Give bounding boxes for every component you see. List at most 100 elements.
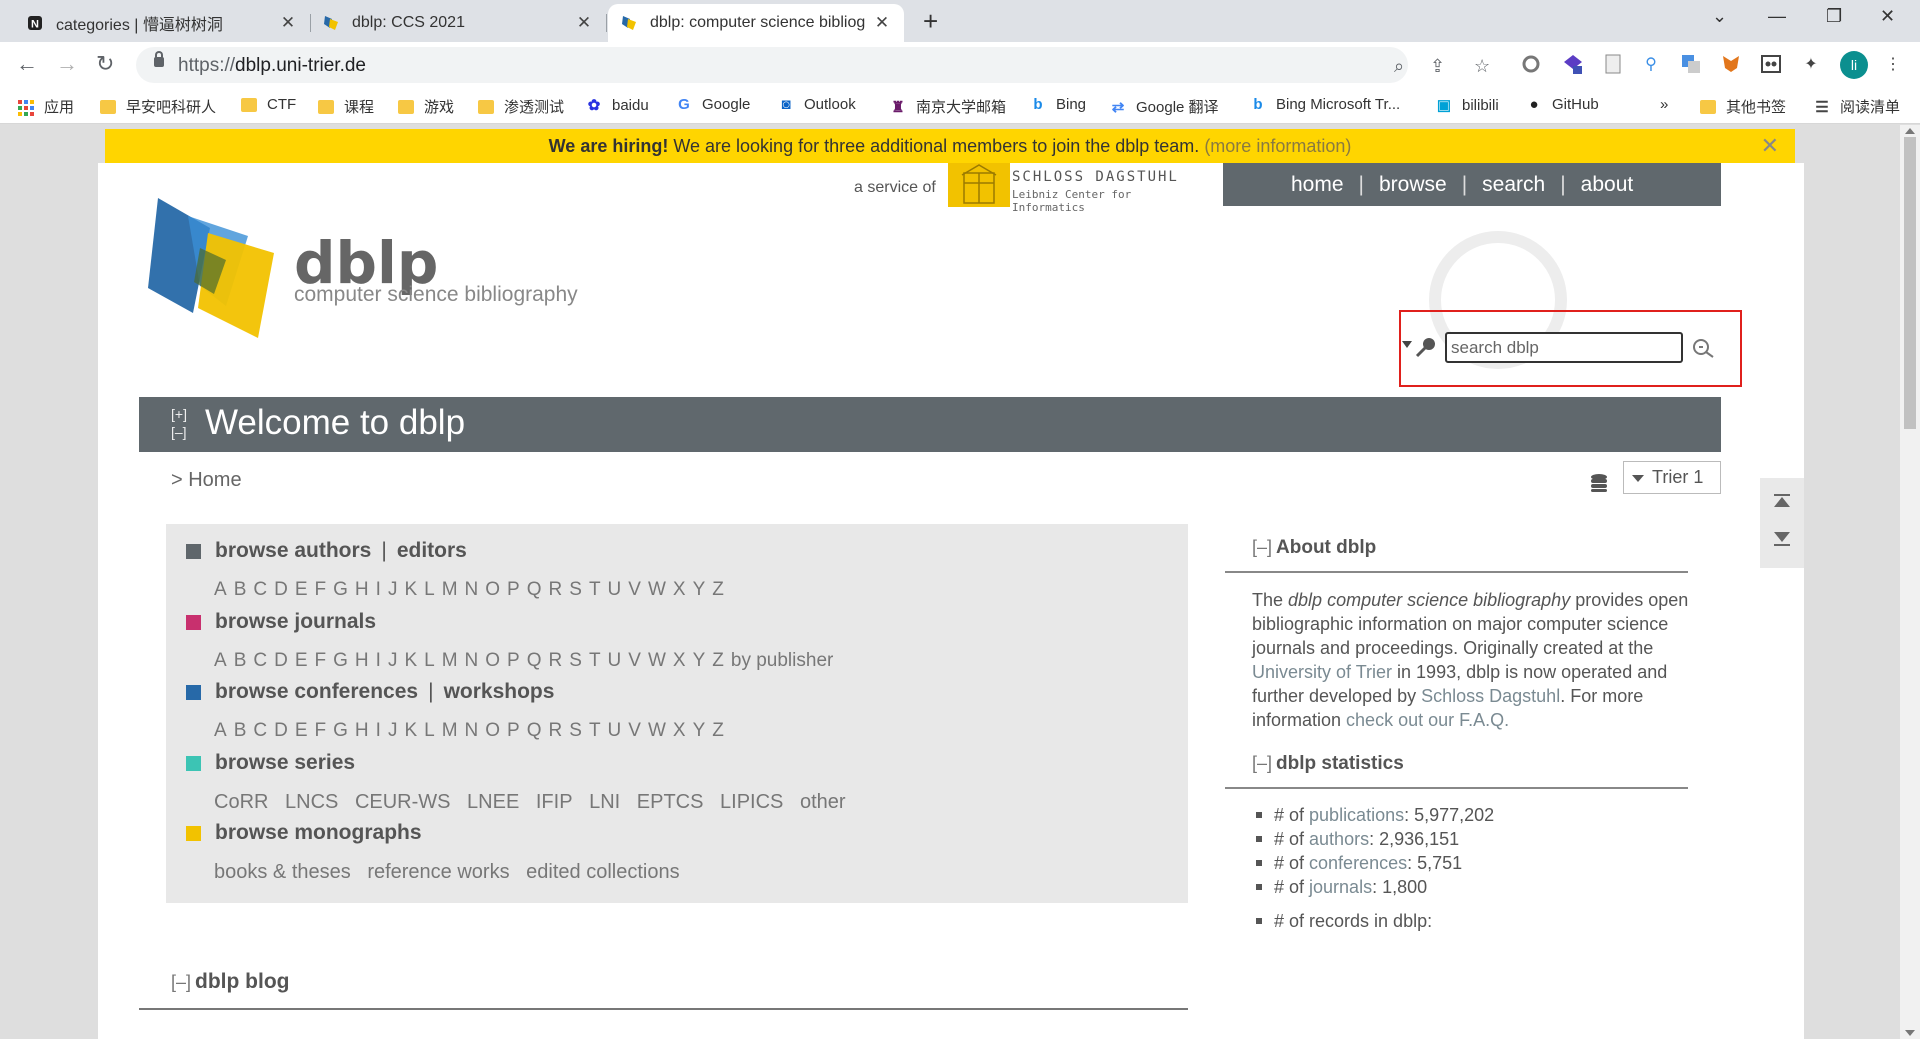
bookmark-google[interactable]: G Google	[676, 96, 750, 113]
letter-link[interactable]: S	[569, 720, 582, 741]
mirror-select[interactable]: Trier 1	[1623, 461, 1721, 494]
letter-link[interactable]: X	[673, 720, 686, 741]
letter-link[interactable]: Q	[527, 650, 542, 671]
scrollbar-thumb[interactable]	[1904, 137, 1916, 429]
more-information-link[interactable]: (more information)	[1204, 136, 1351, 156]
letter-link[interactable]: O	[485, 579, 500, 600]
letter-link[interactable]: P	[507, 650, 520, 671]
extension-translate-icon[interactable]	[1680, 53, 1702, 75]
letter-link[interactable]: O	[485, 720, 500, 741]
scroll-down-arrow-icon[interactable]	[1905, 1030, 1915, 1036]
scroll-up-arrow-icon[interactable]	[1905, 128, 1915, 134]
browse-journals-link[interactable]: browse journals	[215, 610, 376, 634]
letter-link[interactable]: K	[404, 720, 417, 741]
letter-link[interactable]: D	[274, 720, 288, 741]
nav-about[interactable]: about	[1581, 173, 1634, 197]
back-icon[interactable]: ←	[16, 52, 38, 76]
letter-link[interactable]: U	[608, 650, 622, 671]
letter-link[interactable]: E	[295, 650, 308, 671]
extension-purple-icon[interactable]	[1562, 53, 1584, 75]
bookmark-nju-mail[interactable]: ♜ 南京大学邮箱	[890, 96, 1006, 117]
forward-icon[interactable]: →	[56, 52, 78, 76]
letter-link[interactable]: X	[673, 579, 686, 600]
letter-link[interactable]: T	[589, 650, 601, 671]
stat-link[interactable]: authors	[1309, 829, 1369, 849]
letter-link[interactable]: R	[549, 579, 563, 600]
bookmark-github[interactable]: ● GitHub	[1526, 96, 1598, 113]
letter-link[interactable]: D	[274, 579, 288, 600]
series-link[interactable]: LIPICS	[720, 791, 783, 813]
tab-dblp-home[interactable]: dblp: computer science bibliog ✕	[608, 4, 904, 42]
extension-reader-icon[interactable]	[1760, 53, 1782, 75]
bookmark-bing-translator[interactable]: b Bing Microsoft Tr...	[1250, 96, 1400, 113]
letter-link[interactable]: M	[442, 579, 458, 600]
letter-link[interactable]: K	[404, 650, 417, 671]
letter-link[interactable]: Z	[712, 579, 724, 600]
minimize-icon[interactable]: —	[1768, 6, 1786, 27]
letter-link[interactable]: D	[274, 650, 288, 671]
bookmark-folder[interactable]: 课程	[318, 96, 374, 117]
letter-link[interactable]: P	[507, 720, 520, 741]
tab-categories[interactable]: N categories | 懵逼树树洞 ✕	[14, 4, 311, 42]
series-link[interactable]: LNI	[589, 791, 620, 813]
letter-link[interactable]: T	[589, 579, 601, 600]
letter-link[interactable]: C	[253, 579, 267, 600]
letter-link[interactable]: N	[465, 579, 479, 600]
letter-link[interactable]: N	[465, 650, 479, 671]
letter-link[interactable]: J	[388, 720, 398, 741]
letter-link[interactable]: C	[253, 650, 267, 671]
letter-link[interactable]: W	[648, 650, 666, 671]
series-link[interactable]: IFIP	[536, 791, 573, 813]
letter-link[interactable]: W	[648, 579, 666, 600]
schloss-dagstuhl-link[interactable]: Schloss Dagstuhl	[1421, 686, 1560, 706]
nav-browse[interactable]: browse	[1379, 173, 1447, 197]
letter-link[interactable]: T	[589, 720, 601, 741]
letter-link[interactable]: A	[214, 650, 227, 671]
letter-link[interactable]: Y	[693, 579, 706, 600]
bookmark-apps[interactable]: 应用	[18, 96, 74, 117]
letter-link[interactable]: F	[315, 650, 327, 671]
letter-link[interactable]: F	[315, 720, 327, 741]
letter-link[interactable]: Q	[527, 720, 542, 741]
letter-link[interactable]: I	[376, 579, 381, 600]
bookmark-folder[interactable]: 早安吧科研人	[100, 96, 216, 117]
series-link[interactable]: EPTCS	[637, 791, 704, 813]
letter-link[interactable]: A	[214, 579, 227, 600]
bookmark-folder[interactable]: 游戏	[398, 96, 454, 117]
bookmark-folder[interactable]: 渗透测试	[478, 96, 564, 117]
letter-link[interactable]: G	[333, 720, 348, 741]
close-window-icon[interactable]: ✕	[1880, 6, 1895, 27]
reading-list[interactable]: ☰ 阅读清单	[1814, 96, 1900, 117]
letter-link[interactable]: O	[485, 650, 500, 671]
expand-all-toggle[interactable]: [+]	[171, 406, 187, 422]
bookmark-star-icon[interactable]: ☆	[1474, 56, 1490, 77]
series-link[interactable]: other	[800, 791, 846, 813]
letter-link[interactable]: Z	[712, 720, 724, 741]
collapse-toggle[interactable]: [–]	[1252, 753, 1272, 773]
browser-menu-icon[interactable]: ⋮	[1882, 53, 1904, 75]
dagstuhl-logo[interactable]: SCHLOSS DAGSTUHL Leibniz Center for Info…	[948, 163, 1196, 214]
bookmark-outlook[interactable]: ◙ Outlook	[778, 96, 855, 113]
monograph-link[interactable]: books & theses	[214, 861, 351, 883]
letter-link[interactable]: L	[424, 650, 435, 671]
stat-link[interactable]: publications	[1309, 805, 1404, 825]
bookmark-other-folder[interactable]: 其他书签	[1700, 96, 1786, 117]
letter-link[interactable]: V	[628, 720, 641, 741]
close-tab-icon[interactable]: ✕	[872, 13, 892, 33]
letter-link[interactable]: N	[465, 720, 479, 741]
series-link[interactable]: LNCS	[285, 791, 338, 813]
dblp-logo-icon[interactable]	[148, 198, 278, 338]
scroll-top-bottom-icon[interactable]	[1760, 478, 1804, 568]
extension-page-icon[interactable]	[1602, 53, 1624, 75]
metamask-fox-icon[interactable]	[1720, 53, 1742, 75]
profile-avatar[interactable]: li	[1840, 51, 1868, 79]
letter-link[interactable]: W	[648, 720, 666, 741]
letter-link[interactable]: L	[424, 579, 435, 600]
expand-collapse-toggle[interactable]: [+] [–]	[171, 405, 187, 441]
letter-link[interactable]: P	[507, 579, 520, 600]
letter-link[interactable]: B	[234, 650, 247, 671]
letter-link[interactable]: S	[569, 579, 582, 600]
tab-search-icon[interactable]: ⌄	[1712, 6, 1727, 27]
collapse-toggle[interactable]: [–]	[171, 972, 191, 992]
browse-authors-link[interactable]: browse authors	[215, 539, 371, 563]
